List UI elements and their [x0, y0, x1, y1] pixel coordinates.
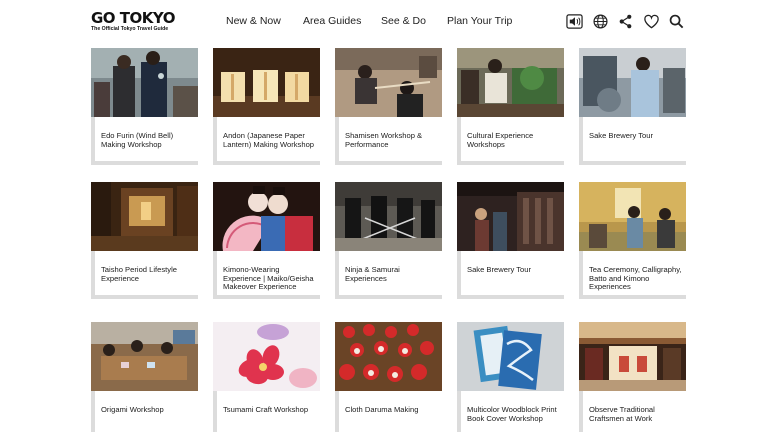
- logo-tagline: The Official Tokyo Travel Guide: [91, 26, 169, 32]
- card-ninja-samurai[interactable]: Ninja & Samurai Experiences: [335, 182, 442, 300]
- card-title: Taisho Period Lifestyle Experience: [101, 265, 177, 283]
- card-title: Observe Traditional Craftsmen at Work: [589, 405, 655, 423]
- card-photo: [335, 48, 442, 117]
- card-woodblock-print[interactable]: Multicolor Woodblock Print Book Cover Wo…: [457, 322, 564, 432]
- card-title: Tsumami Craft Workshop: [223, 405, 309, 414]
- logo-wordmark: GO TOKYO: [91, 9, 175, 27]
- card-photo: [91, 48, 198, 117]
- card-photo: [91, 182, 198, 251]
- card-title: Origami Workshop: [101, 405, 164, 414]
- card-title: Cloth Daruma Making: [345, 405, 419, 414]
- globe-icon[interactable]: [592, 13, 609, 30]
- card-photo: [579, 48, 686, 117]
- card-title: Sake Brewery Tour: [467, 265, 532, 274]
- nav-plan-your-trip[interactable]: Plan Your Trip: [447, 15, 512, 27]
- card-photo: [213, 322, 320, 391]
- card-tea-ceremony[interactable]: Tea Ceremony, Calligraphy, Batto and Kim…: [579, 182, 686, 300]
- card-title: Kimono-Wearing Experience | Maiko/Geisha…: [223, 265, 314, 292]
- card-origami[interactable]: Origami Workshop: [91, 322, 198, 432]
- nav-see-and-do[interactable]: See & Do: [381, 15, 426, 27]
- card-cultural-workshops[interactable]: Cultural Experience Workshops: [457, 48, 564, 166]
- card-photo: [457, 48, 564, 117]
- experience-grid: Edo Furin (Wind Bell) Making Workshop An…: [91, 48, 686, 432]
- card-title: Multicolor Woodblock Print Book Cover Wo…: [467, 405, 557, 423]
- card-traditional-craftsmen[interactable]: Observe Traditional Craftsmen at Work: [579, 322, 686, 432]
- card-kimono-wearing[interactable]: Kimono-Wearing Experience | Maiko/Geisha…: [213, 182, 320, 300]
- speaker-icon[interactable]: [566, 13, 583, 30]
- nav-new-and-now[interactable]: New & Now: [226, 15, 281, 27]
- heart-icon[interactable]: [643, 13, 660, 30]
- card-tsumami-craft[interactable]: Tsumami Craft Workshop: [213, 322, 320, 432]
- card-sake-brewery-1[interactable]: Sake Brewery Tour: [579, 48, 686, 166]
- card-photo: [457, 322, 564, 391]
- card-title: Edo Furin (Wind Bell) Making Workshop: [101, 131, 174, 149]
- card-andon[interactable]: Andon (Japanese Paper Lantern) Making Wo…: [213, 48, 320, 166]
- card-title: Tea Ceremony, Calligraphy, Batto and Kim…: [589, 265, 682, 292]
- site-header: GO TOKYO The Official Tokyo Travel Guide…: [0, 0, 768, 44]
- card-photo: [335, 322, 442, 391]
- card-title: Andon (Japanese Paper Lantern) Making Wo…: [223, 131, 315, 149]
- share-icon[interactable]: [617, 13, 634, 30]
- card-photo: [213, 48, 320, 117]
- card-cloth-daruma[interactable]: Cloth Daruma Making: [335, 322, 442, 432]
- card-taisho-lifestyle[interactable]: Taisho Period Lifestyle Experience: [91, 182, 198, 300]
- go-tokyo-logo[interactable]: GO TOKYO The Official Tokyo Travel Guide: [91, 9, 175, 36]
- card-title: Cultural Experience Workshops: [467, 131, 534, 149]
- card-sake-brewery-2[interactable]: Sake Brewery Tour: [457, 182, 564, 300]
- nav-area-guides[interactable]: Area Guides: [303, 15, 361, 27]
- card-photo: [91, 322, 198, 391]
- card-title: Shamisen Workshop & Performance: [345, 131, 423, 149]
- card-photo: [457, 182, 564, 251]
- card-photo: [213, 182, 320, 251]
- card-shamisen[interactable]: Shamisen Workshop & Performance: [335, 48, 442, 166]
- card-title: Sake Brewery Tour: [589, 131, 654, 140]
- card-edo-furin[interactable]: Edo Furin (Wind Bell) Making Workshop: [91, 48, 198, 166]
- card-photo: [335, 182, 442, 251]
- card-photo: [579, 182, 686, 251]
- search-icon[interactable]: [668, 13, 685, 30]
- card-title: Ninja & Samurai Experiences: [345, 265, 400, 283]
- card-photo: [579, 322, 686, 391]
